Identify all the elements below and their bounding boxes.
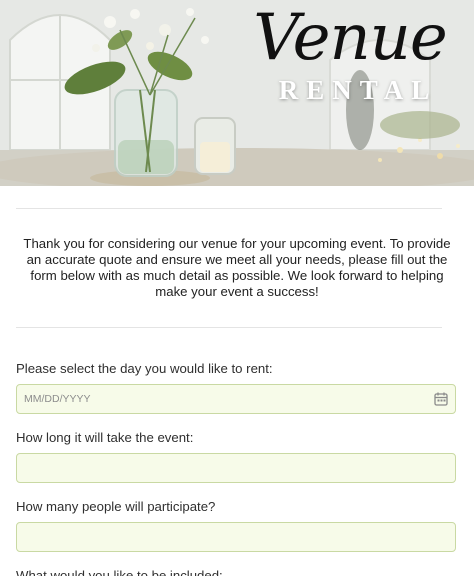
guests-label: How many people will participate? (16, 499, 216, 514)
guests-field[interactable] (16, 522, 456, 552)
duration-field[interactable] (16, 453, 456, 483)
date-field[interactable] (16, 384, 456, 414)
duration-input[interactable] (17, 454, 417, 482)
guests-input[interactable] (17, 523, 417, 551)
date-label: Please select the day you would like to … (16, 361, 273, 376)
duration-label: How long it will take the event: (16, 430, 194, 445)
header-banner: Venue RENTAL (0, 0, 474, 186)
hero-title-script: Venue (253, 1, 448, 75)
calendar-icon[interactable] (433, 391, 449, 407)
venue-rental-logo: Venue RENTAL (232, 2, 468, 112)
included-label: What would you like to be included: (16, 568, 223, 576)
intro-text: Thank you for considering our venue for … (23, 236, 451, 299)
hero-title-caps: RENTAL (278, 75, 438, 105)
date-input[interactable] (17, 385, 417, 413)
